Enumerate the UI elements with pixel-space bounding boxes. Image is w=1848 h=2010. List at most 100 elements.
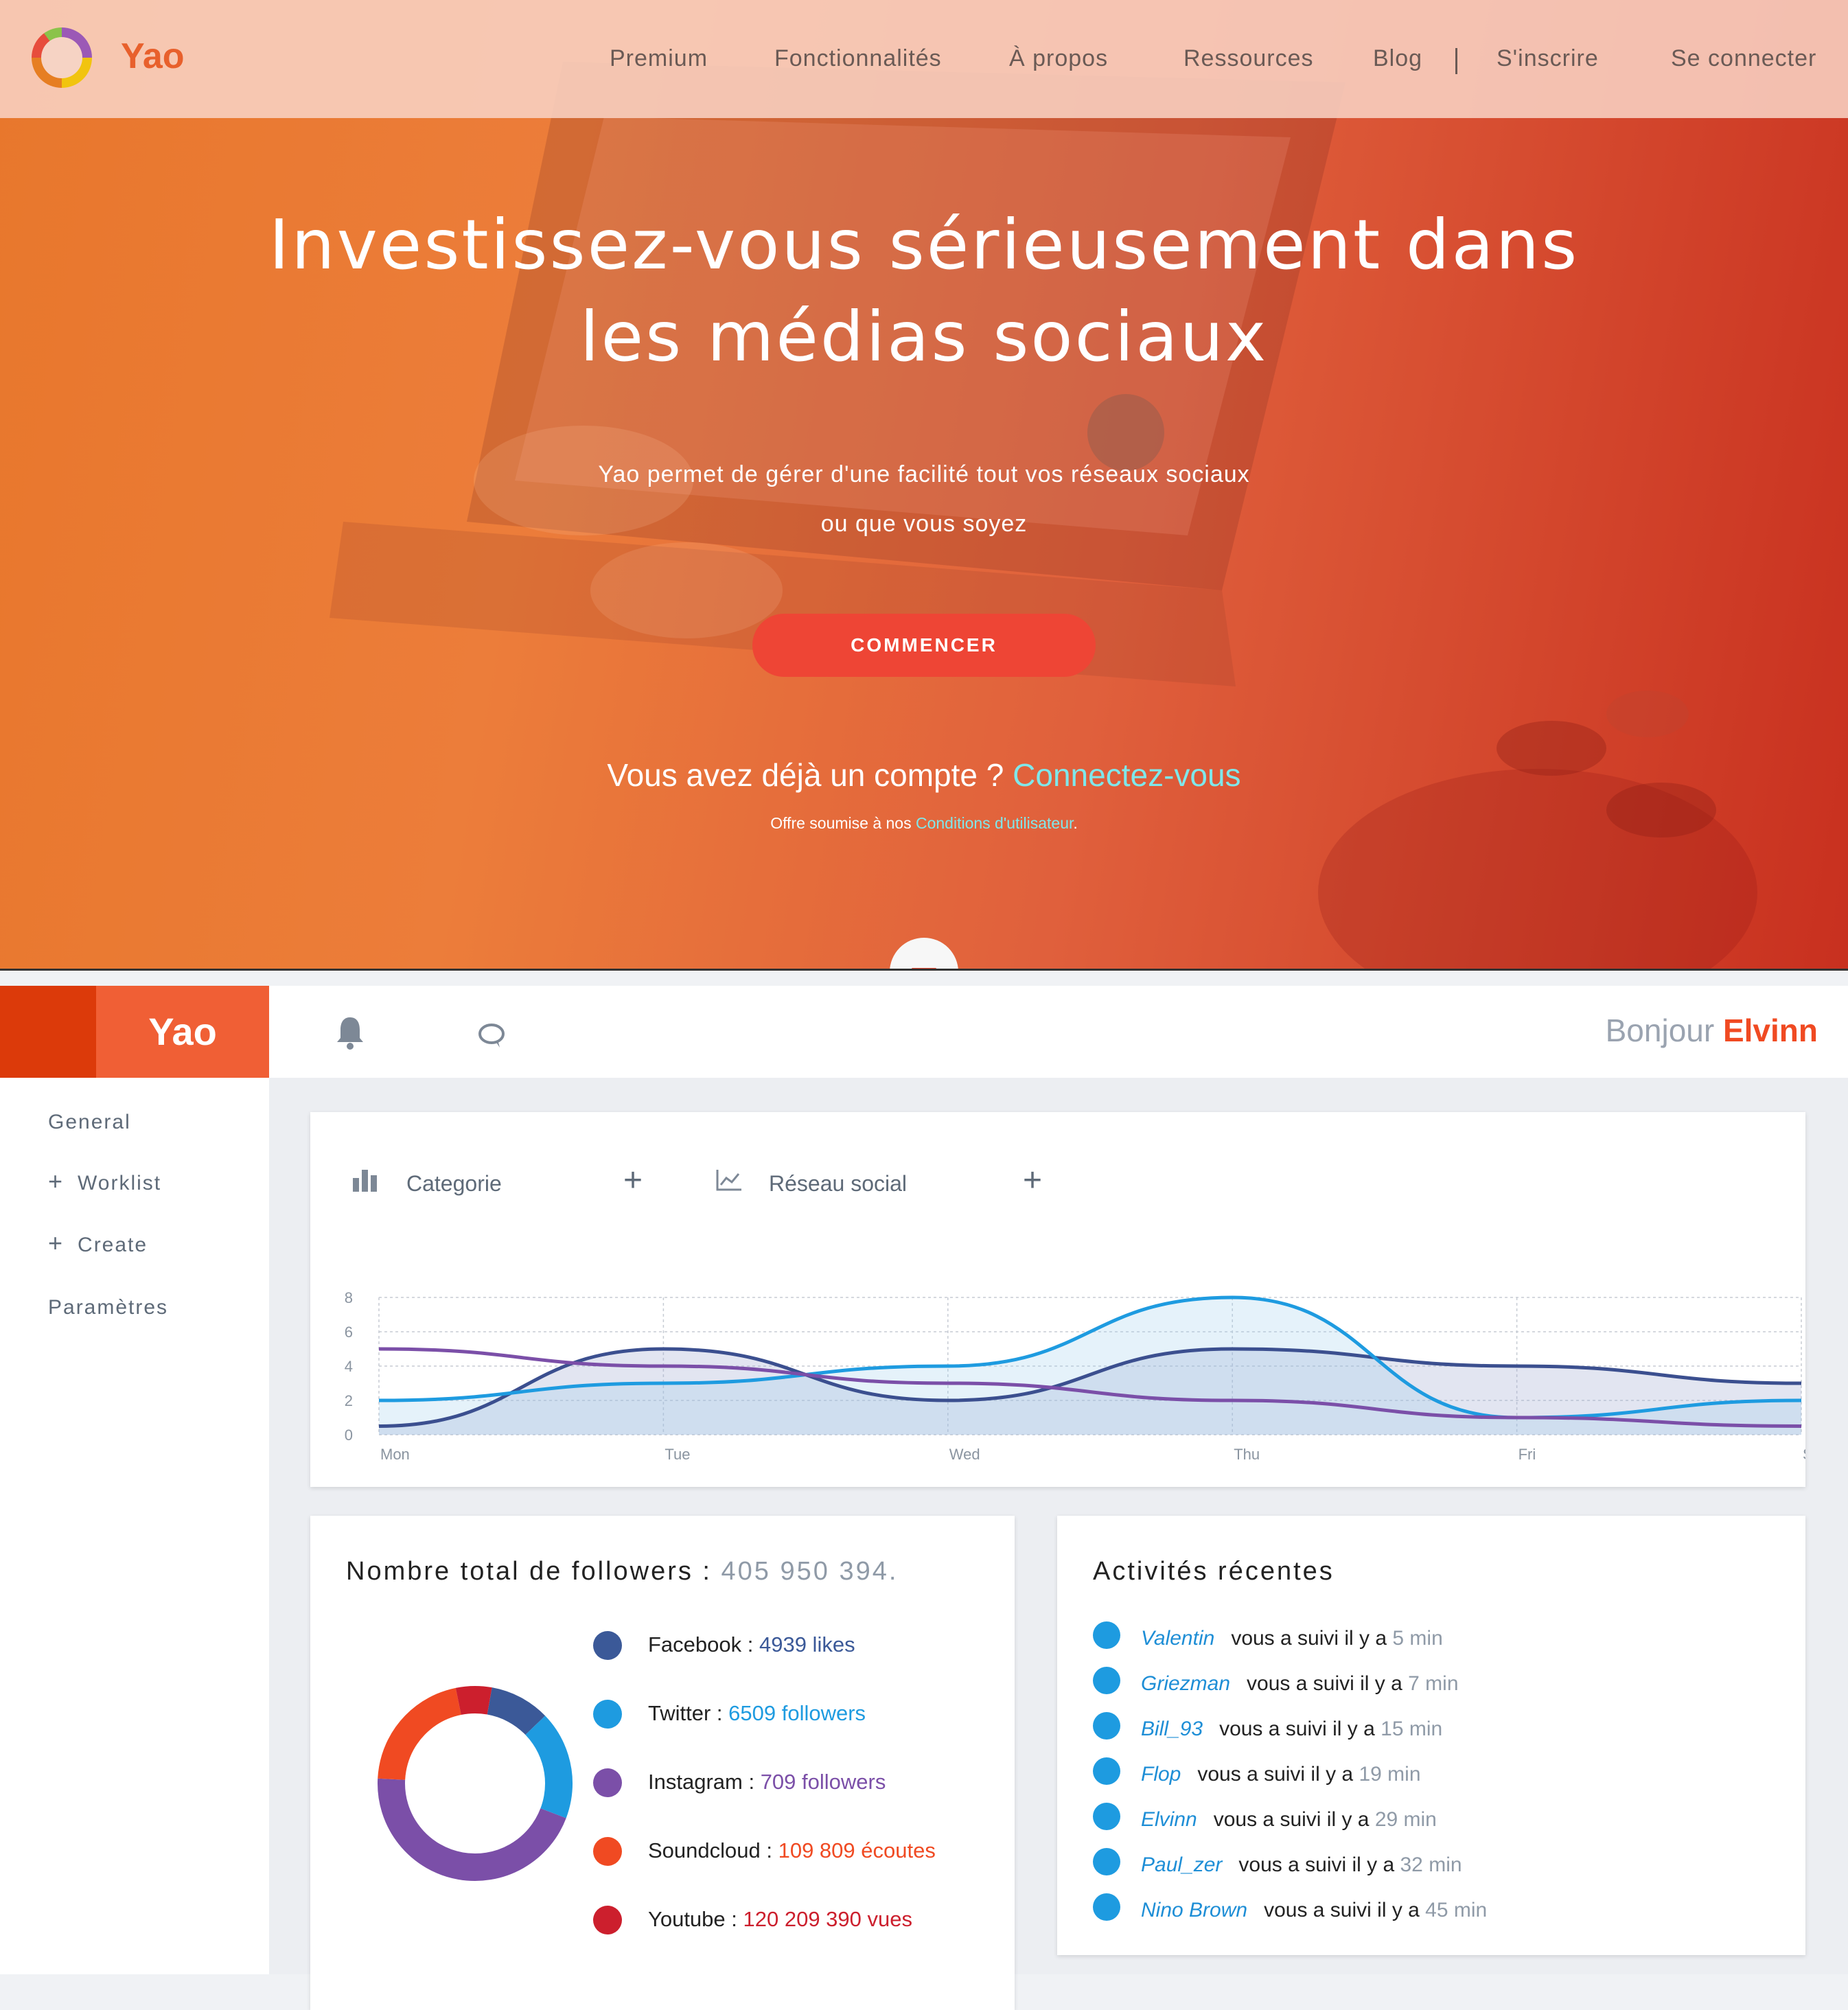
activity-text: vous a suivi il y a	[1213, 1807, 1375, 1831]
logo-text[interactable]: Yao	[121, 36, 185, 77]
start-button[interactable]: COMMENCER	[752, 614, 1096, 677]
terms-notice: Offre soumise à nos Conditions d'utilisa…	[343, 814, 1505, 833]
legend-label: Instagram :	[648, 1770, 761, 1794]
account-prompt: Vous avez déjà un compte ? Connectez-vou…	[343, 756, 1505, 794]
legend-label: Youtube :	[648, 1907, 743, 1931]
legend-value: 4939 likes	[759, 1632, 855, 1656]
nav-premium[interactable]: Premium	[610, 45, 708, 72]
activity-text: vous a suivi il y a	[1219, 1717, 1381, 1740]
nav-blog[interactable]: Blog	[1373, 45, 1422, 72]
legend-label: Twitter :	[648, 1701, 729, 1725]
activity-user-link[interactable]: Paul_zer	[1141, 1853, 1222, 1876]
legend-value: 109 809 écoutes	[778, 1838, 936, 1862]
legend-item: Soundcloud : 109 809 écoutes	[648, 1838, 936, 1863]
y-tick-label: 2	[345, 1392, 353, 1409]
activity-dot	[1093, 1848, 1120, 1875]
terms-link[interactable]: Conditions d'utilisateur	[916, 814, 1073, 832]
activity-user-link[interactable]: Griezman	[1141, 1672, 1230, 1695]
nav-features[interactable]: Fonctionnalités	[774, 45, 942, 72]
nav-resources[interactable]: Ressources	[1183, 45, 1314, 72]
recent-activity-card: Activités récentes Valentin vous a suivi …	[1057, 1516, 1805, 1955]
activity-dot	[1093, 1621, 1120, 1649]
activity-text: vous a suivi il y a	[1238, 1853, 1400, 1876]
terms-end: .	[1073, 814, 1078, 832]
chat-icon[interactable]	[476, 1021, 507, 1050]
x-tick-label: Wed	[949, 1446, 980, 1463]
plus-icon: +	[48, 1167, 65, 1195]
legend-dot	[593, 1631, 622, 1660]
legend-label: Soundcloud :	[648, 1838, 778, 1862]
followers-title: Nombre total de followers : 405 950 394.	[346, 1557, 898, 1586]
y-tick-label: 6	[345, 1324, 353, 1341]
legend-item: Instagram : 709 followers	[648, 1770, 886, 1794]
activity-time: 45 min	[1425, 1898, 1488, 1921]
brand-accent	[0, 986, 96, 1078]
sidebar-item-worklist[interactable]: + Worklist	[48, 1167, 161, 1196]
terms-text: Offre soumise à nos	[770, 814, 916, 832]
x-tick-label: Thu	[1234, 1446, 1260, 1463]
activity-text: vous a suivi il y a	[1197, 1762, 1359, 1786]
activity-row: Paul_zer vous a suivi il y a 32 min	[1093, 1848, 1462, 1884]
activity-row: Nino Brown vous a suivi il y a 45 min	[1093, 1893, 1488, 1929]
sidebar-item-general[interactable]: General	[48, 1111, 131, 1134]
nav-divider	[1455, 48, 1457, 74]
legend-value: 120 209 390 vues	[743, 1907, 913, 1931]
dashboard-logo[interactable]: Yao	[96, 986, 269, 1078]
activity-dot	[1093, 1667, 1120, 1694]
hero-title: Investissez-vous sérieusement dans les m…	[206, 199, 1642, 383]
activity-time: 5 min	[1392, 1626, 1443, 1650]
legend-dot	[593, 1837, 622, 1866]
legend-item: Youtube : 120 209 390 vues	[648, 1907, 912, 1932]
y-tick-label: 0	[345, 1426, 353, 1444]
activity-row: Elvinn vous a suivi il y a 29 min	[1093, 1803, 1437, 1838]
activity-dot	[1093, 1893, 1120, 1921]
activity-user-link[interactable]: Bill_93	[1141, 1718, 1203, 1740]
legend-dot	[593, 1700, 622, 1729]
activity-text: vous a suivi il y a	[1247, 1672, 1409, 1695]
activity-user-link[interactable]: Elvinn	[1141, 1808, 1197, 1831]
activity-row: Flop vous a suivi il y a 19 min	[1093, 1757, 1421, 1793]
greeting-text: Bonjour	[1605, 1013, 1723, 1048]
account-text: Vous avez déjà un compte ?	[607, 757, 1013, 793]
greeting: Bonjour Elvinn	[1606, 1012, 1818, 1049]
activity-row: Valentin vous a suivi il y a 5 min	[1093, 1621, 1443, 1657]
nav-signup[interactable]: S'inscrire	[1497, 45, 1599, 72]
activity-time: 15 min	[1381, 1717, 1443, 1740]
user-name[interactable]: Elvinn	[1723, 1013, 1818, 1048]
sidebar-item-settings[interactable]: Paramètres	[48, 1296, 168, 1319]
bell-icon[interactable]	[335, 1015, 365, 1050]
login-link[interactable]: Connectez-vous	[1013, 757, 1240, 793]
y-tick-label: 8	[345, 1289, 353, 1306]
logo-ring-icon[interactable]	[32, 27, 92, 88]
x-tick-label: Tue	[665, 1446, 690, 1463]
legend-dot	[593, 1906, 622, 1934]
activity-user-link[interactable]: Flop	[1141, 1763, 1181, 1786]
legend-item: Twitter : 6509 followers	[648, 1701, 866, 1726]
activity-row: Bill_93 vous a suivi il y a 15 min	[1093, 1712, 1443, 1748]
activity-title: Activités récentes	[1093, 1557, 1335, 1586]
activity-user-link[interactable]: Valentin	[1141, 1627, 1214, 1650]
nav-login[interactable]: Se connecter	[1671, 45, 1816, 72]
activity-user-link[interactable]: Nino Brown	[1141, 1899, 1247, 1921]
activity-time: 19 min	[1359, 1762, 1421, 1786]
activity-row: Griezman vous a suivi il y a 7 min	[1093, 1667, 1459, 1702]
sidebar: General + Worklist + Create Paramètres	[0, 1078, 269, 1974]
activity-dot	[1093, 1757, 1120, 1785]
legend-dot	[593, 1768, 622, 1797]
dashboard: Yao Bonjour Elvinn General + Worklist + Cr…	[0, 986, 1848, 2010]
arrow-down-icon	[912, 968, 936, 969]
x-tick-label: Mon	[380, 1446, 410, 1463]
legend-label: Facebook :	[648, 1632, 759, 1656]
legend-item: Facebook : 4939 likes	[648, 1632, 855, 1657]
followers-title-text: Nombre total de followers :	[346, 1557, 721, 1586]
followers-total: 405 950 394.	[721, 1557, 899, 1586]
hero-title-line1: Investissez-vous sérieusement dans	[268, 205, 1580, 285]
activity-dot	[1093, 1712, 1120, 1740]
activity-text: vous a suivi il y a	[1264, 1898, 1426, 1921]
followers-donut-chart	[378, 1685, 573, 1881]
activity-time: 7 min	[1408, 1672, 1459, 1695]
nav-about[interactable]: À propos	[1009, 45, 1108, 72]
plus-icon: +	[48, 1229, 65, 1257]
landing-page: Yao Premium Fonctionnalités À propos Res…	[0, 0, 1848, 971]
sidebar-item-create[interactable]: + Create	[48, 1229, 148, 1258]
